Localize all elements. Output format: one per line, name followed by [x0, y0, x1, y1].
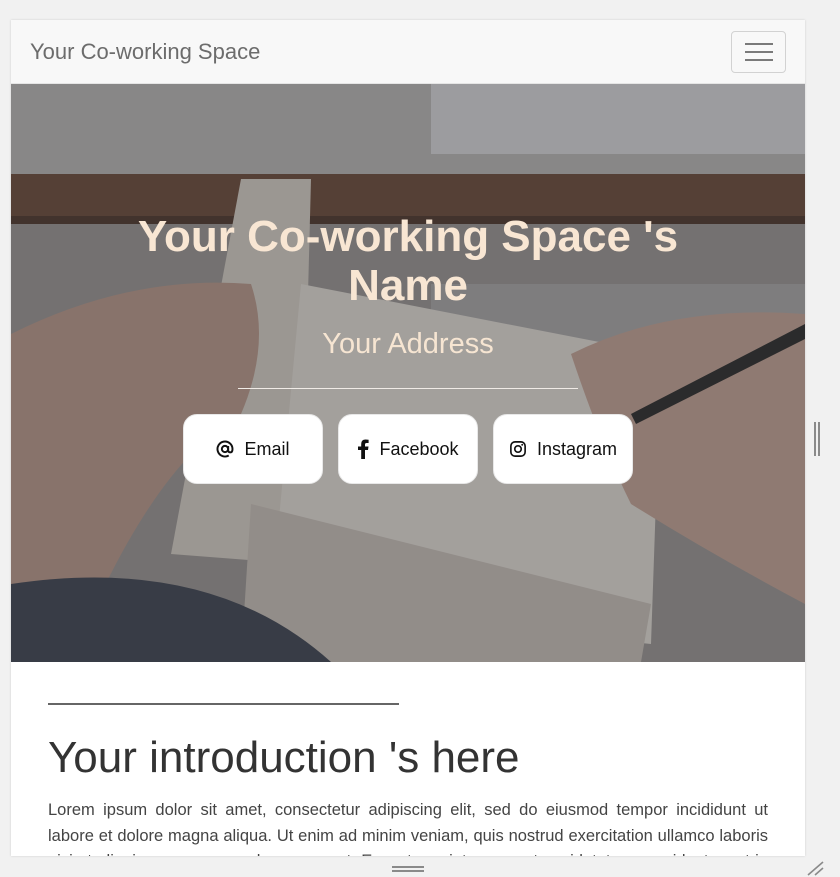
- vertical-resize-handle[interactable]: [814, 422, 820, 456]
- hero-address: Your Address: [322, 328, 494, 360]
- page-frame: Your Co-working Space Your Co-working Sp…: [11, 20, 805, 856]
- instagram-button[interactable]: Instagram: [493, 414, 633, 484]
- hero-divider: [238, 388, 578, 389]
- hamburger-icon-bar: [744, 50, 773, 53]
- navbar: Your Co-working Space: [11, 20, 805, 84]
- social-buttons: Email Facebook Instagram: [11, 414, 805, 484]
- hero-title: Your Co-working Space 's Name: [137, 212, 679, 310]
- hamburger-icon-bar: [744, 58, 773, 61]
- menu-toggle-button[interactable]: [731, 30, 786, 73]
- horizontal-resize-handle[interactable]: [392, 866, 424, 872]
- hero-section: Your Co-working Space 's Name Your Addre…: [11, 84, 805, 662]
- facebook-button[interactable]: Facebook: [338, 414, 478, 484]
- hamburger-icon-bar: [744, 42, 773, 45]
- facebook-label: Facebook: [379, 438, 459, 459]
- at-icon: [216, 440, 234, 458]
- facebook-icon: [357, 439, 370, 459]
- instagram-icon: [509, 440, 527, 458]
- intro-divider: [48, 703, 399, 705]
- email-button[interactable]: Email: [183, 414, 323, 484]
- email-label: Email: [244, 438, 290, 459]
- instagram-label: Instagram: [536, 438, 618, 459]
- hero-content: Your Co-working Space 's Name Your Addre…: [11, 212, 805, 484]
- navbar-brand[interactable]: Your Co-working Space: [30, 39, 260, 65]
- corner-resize-icon[interactable]: [806, 860, 826, 876]
- intro-title: Your introduction 's here: [48, 733, 520, 782]
- intro-section: Your introduction 's here Lorem ipsum do…: [11, 662, 805, 856]
- intro-text: Lorem ipsum dolor sit amet, consectetur …: [48, 801, 768, 856]
